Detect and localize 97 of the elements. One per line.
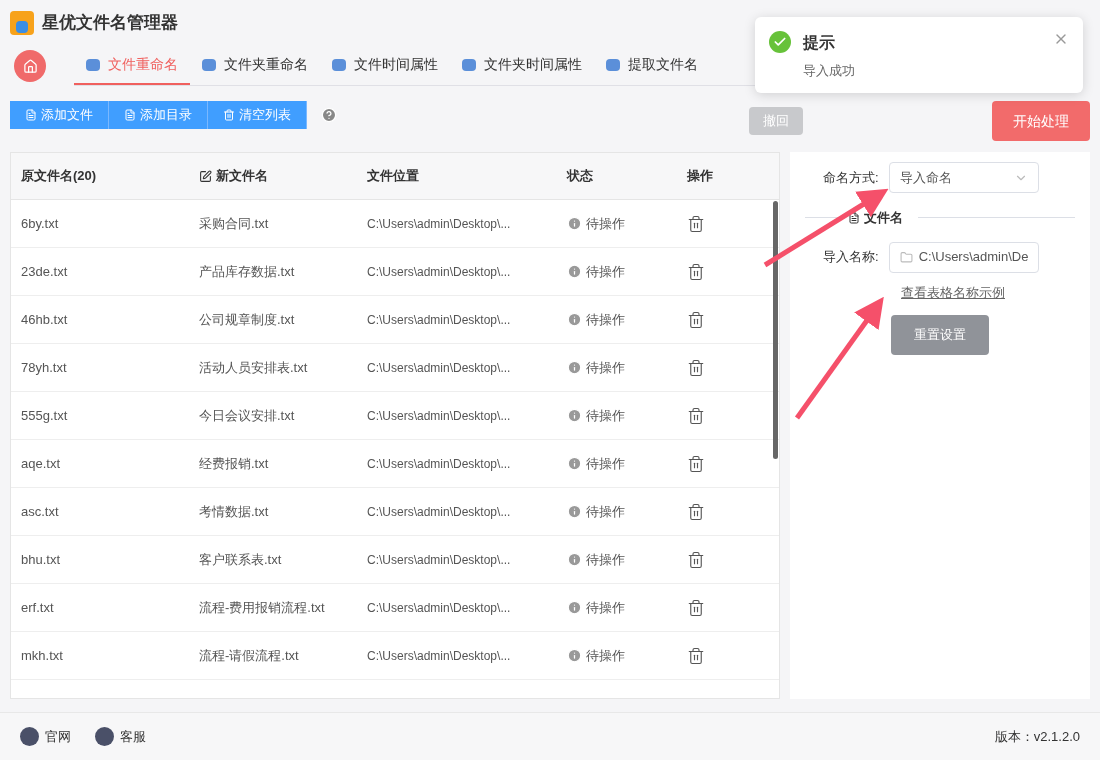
status-text: 待操作 (586, 262, 625, 281)
column-header: 操作 (687, 168, 713, 184)
file-icon (202, 58, 216, 71)
table-cell-text: C:\Users\admin\Desktop\... (367, 407, 512, 425)
table-cell-text: C:\Users\admin\Desktop\... (367, 647, 512, 665)
status-text: 待操作 (586, 310, 625, 329)
delete-icon[interactable] (687, 454, 705, 473)
table-cell-text: erf.txt (20, 598, 55, 617)
table-cell-text: 46hb.txt (20, 310, 69, 329)
file-icon (332, 58, 346, 71)
tab[interactable]: 文件时间属性 (320, 46, 450, 85)
column-header: 新文件名 (216, 167, 268, 186)
app-logo-icon (10, 11, 34, 35)
file-icon (462, 58, 476, 71)
example-link[interactable]: 查看表格名称示例 (901, 282, 1005, 302)
field-label: 命名方式: (823, 168, 879, 187)
table-cell-text: 555g.txt (20, 406, 69, 425)
footer-link[interactable]: 官网 (20, 726, 71, 747)
info-icon (567, 360, 582, 375)
table-cell-text: C:\Users\admin\Desktop\... (367, 551, 512, 569)
delete-icon[interactable] (687, 406, 705, 425)
delete-icon[interactable] (687, 598, 705, 617)
table-cell-text: aqe.txt (20, 454, 62, 473)
app-title: 星优文件名管理器 (42, 12, 178, 35)
info-icon (567, 552, 582, 567)
help-icon[interactable] (321, 107, 337, 123)
table-cell-text: 6by.txt (20, 214, 60, 233)
delete-icon[interactable] (687, 262, 705, 281)
info-icon (567, 216, 582, 231)
table-cell-text: 经费报销.txt (198, 454, 270, 473)
column-header: 原文件名(20) (21, 168, 97, 184)
delete-icon[interactable] (687, 310, 705, 329)
info-icon (567, 264, 582, 279)
column-header: 文件位置 (367, 168, 419, 184)
delete-icon[interactable] (687, 358, 705, 377)
table-cell-text: 23de.txt (20, 262, 69, 281)
field-label: 导入名称: (823, 248, 879, 267)
table-cell-text: C:\Users\admin\Desktop\... (367, 359, 512, 377)
delete-icon[interactable] (687, 646, 705, 665)
table-cell-text: C:\Users\admin\Desktop\... (367, 215, 512, 233)
delete-icon[interactable] (687, 502, 705, 521)
info-icon (567, 456, 582, 471)
tab[interactable]: 文件夹重命名 (190, 46, 320, 85)
trash-icon (223, 109, 235, 121)
table-cell-text: C:\Users\admin\Desktop\... (367, 263, 512, 281)
scrollbar[interactable] (773, 201, 778, 459)
table-cell-text: 流程-费用报销流程.txt (198, 598, 326, 617)
status-text: 待操作 (586, 358, 625, 377)
info-icon (567, 600, 582, 615)
success-icon (769, 31, 791, 53)
table-cell-text: 活动人员安排表.txt (198, 358, 309, 377)
table-cell-text: C:\Users\admin\Desktop\... (367, 503, 512, 521)
toast-title: 提示 (803, 33, 836, 53)
file-icon (86, 58, 100, 71)
info-icon (567, 504, 582, 519)
status-text: 待操作 (586, 550, 625, 569)
table-cell-text: 产品库存数据.txt (198, 262, 296, 281)
info-icon (567, 648, 582, 663)
info-icon (567, 408, 582, 423)
file-icon (606, 58, 620, 71)
table-cell-text: mkh.txt (20, 646, 64, 665)
document-icon (124, 109, 136, 121)
table-cell-text: 公司规章制度.txt (198, 310, 296, 329)
import-path-field[interactable]: C:\Users\admin\De (888, 241, 1039, 273)
toast-message: 导入成功 (803, 62, 855, 80)
table-cell-text: 今日会议安排.txt (198, 406, 296, 425)
info-icon (567, 312, 582, 327)
table-cell-text: C:\Users\admin\Desktop\... (367, 311, 512, 329)
table-cell-text: 客户联系表.txt (198, 550, 283, 569)
tab[interactable]: 文件夹时间属性 (450, 46, 594, 85)
status-text: 待操作 (586, 646, 625, 665)
folder-icon (899, 250, 913, 264)
table-cell-text: 采购合同.txt (198, 214, 270, 233)
home-button[interactable] (14, 50, 46, 82)
document-icon (848, 211, 860, 224)
delete-icon[interactable] (687, 550, 705, 569)
home-icon (22, 58, 38, 74)
status-text: 待操作 (586, 406, 625, 425)
version-text: 版本：v2.1.2.0 (994, 727, 1080, 746)
column-header: 状态 (567, 168, 593, 184)
table-cell-text: bhu.txt (20, 550, 62, 569)
table-cell-text: C:\Users\admin\Desktop\... (367, 599, 512, 617)
status-text: 待操作 (586, 214, 625, 233)
table-cell-text: asc.txt (20, 502, 60, 521)
table-cell-text: C:\Users\admin\Desktop\... (367, 455, 512, 473)
edit-icon (199, 169, 212, 183)
status-text: 待操作 (586, 598, 625, 617)
table-cell-text: 流程-请假流程.txt (198, 646, 300, 665)
footer-link[interactable]: 客服 (95, 726, 146, 747)
status-text: 待操作 (586, 502, 625, 521)
status-text: 待操作 (586, 454, 625, 473)
mode-dropdown[interactable]: 导入命名 (888, 162, 1039, 193)
table-cell-text: 78yh.txt (20, 358, 68, 377)
tab[interactable]: 提取文件名 (594, 46, 710, 85)
document-icon (25, 109, 37, 121)
delete-icon[interactable] (687, 214, 705, 233)
table-cell-text: 考情数据.txt (198, 502, 270, 521)
